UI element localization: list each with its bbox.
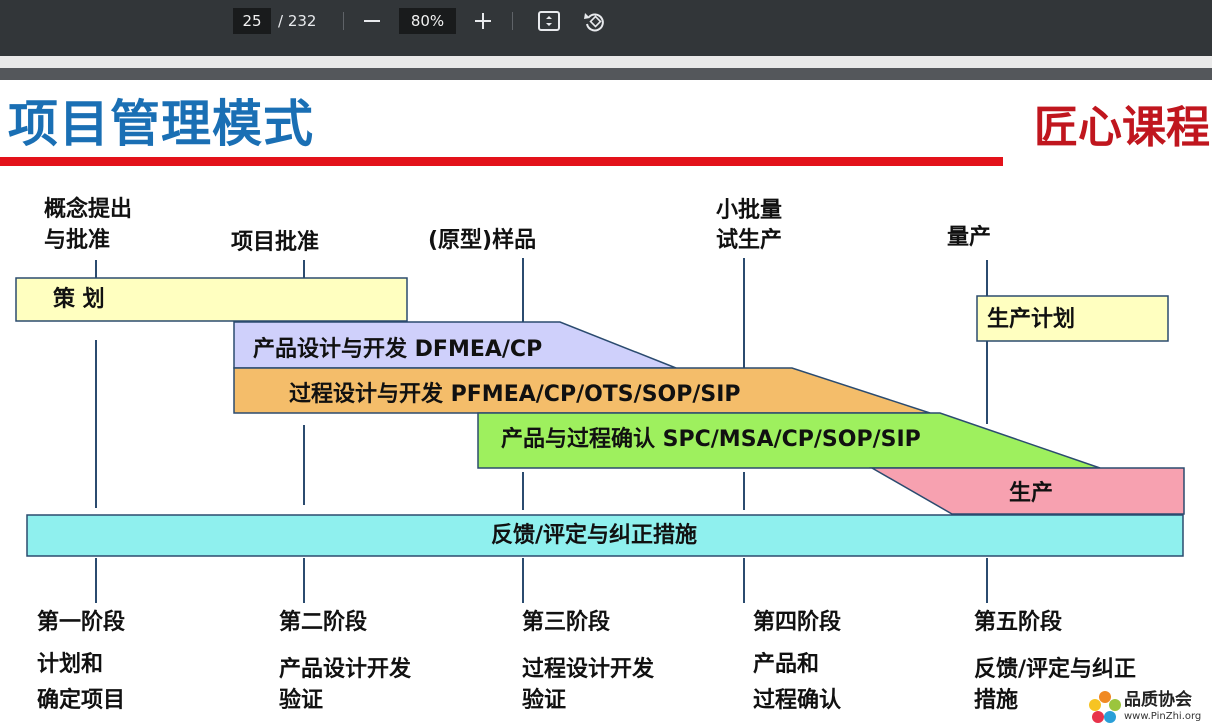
milestone-concept-line2: 与批准 xyxy=(44,228,111,253)
watermark: 品质协会 www.PinZhi.org xyxy=(1088,688,1212,727)
phase-1-desc-line2: 确定项目 xyxy=(37,688,126,713)
milestone-pilot-line1: 小批量 xyxy=(716,198,783,223)
milestone-mass-production: 量产 xyxy=(947,225,992,250)
phase-1-desc-line1: 计划和 xyxy=(37,652,104,677)
phase-3-desc-line2: 验证 xyxy=(522,688,567,713)
planning-label: 策 划 xyxy=(53,287,105,312)
phase-3-desc-line1: 过程设计开发 xyxy=(522,657,655,682)
watermark-url: www.PinZhi.org xyxy=(1124,711,1202,722)
production-plan-label: 生产计划 xyxy=(987,307,1076,332)
phase-2-desc-line1: 产品设计开发 xyxy=(279,657,412,682)
watermark-name: 品质协会 xyxy=(1124,690,1192,710)
phase-5-name: 第五阶段 xyxy=(974,610,1063,635)
phase-5-desc-line1: 反馈/评定与纠正 xyxy=(974,657,1137,682)
process-design-label: 过程设计与开发 PFMEA/CP/OTS/SOP/SIP xyxy=(289,382,741,407)
phase-1-name: 第一阶段 xyxy=(37,610,126,635)
phase-2-desc-line2: 验证 xyxy=(279,688,324,713)
flower-logo-icon xyxy=(1089,691,1121,723)
phase-4-desc-line2: 过程确认 xyxy=(753,688,842,713)
milestone-prototype: (原型)样品 xyxy=(428,228,537,253)
production-label: 生产 xyxy=(1009,481,1054,506)
product-design-label: 产品设计与开发 DFMEA/CP xyxy=(253,337,543,362)
milestone-concept-line1: 概念提出 xyxy=(44,197,133,222)
milestone-project-approval: 项目批准 xyxy=(231,230,320,255)
phase-3-name: 第三阶段 xyxy=(522,610,611,635)
phase-5-desc-line2: 措施 xyxy=(974,688,1019,713)
phase-4-desc-line1: 产品和 xyxy=(753,652,820,677)
feedback-label: 反馈/评定与纠正措施 xyxy=(491,523,698,548)
milestone-pilot-line2: 试生产 xyxy=(716,228,783,253)
phase-4-name: 第四阶段 xyxy=(753,610,842,635)
validation-label: 产品与过程确认 SPC/MSA/CP/SOP/SIP xyxy=(501,427,921,452)
phase-2-name: 第二阶段 xyxy=(279,610,368,635)
